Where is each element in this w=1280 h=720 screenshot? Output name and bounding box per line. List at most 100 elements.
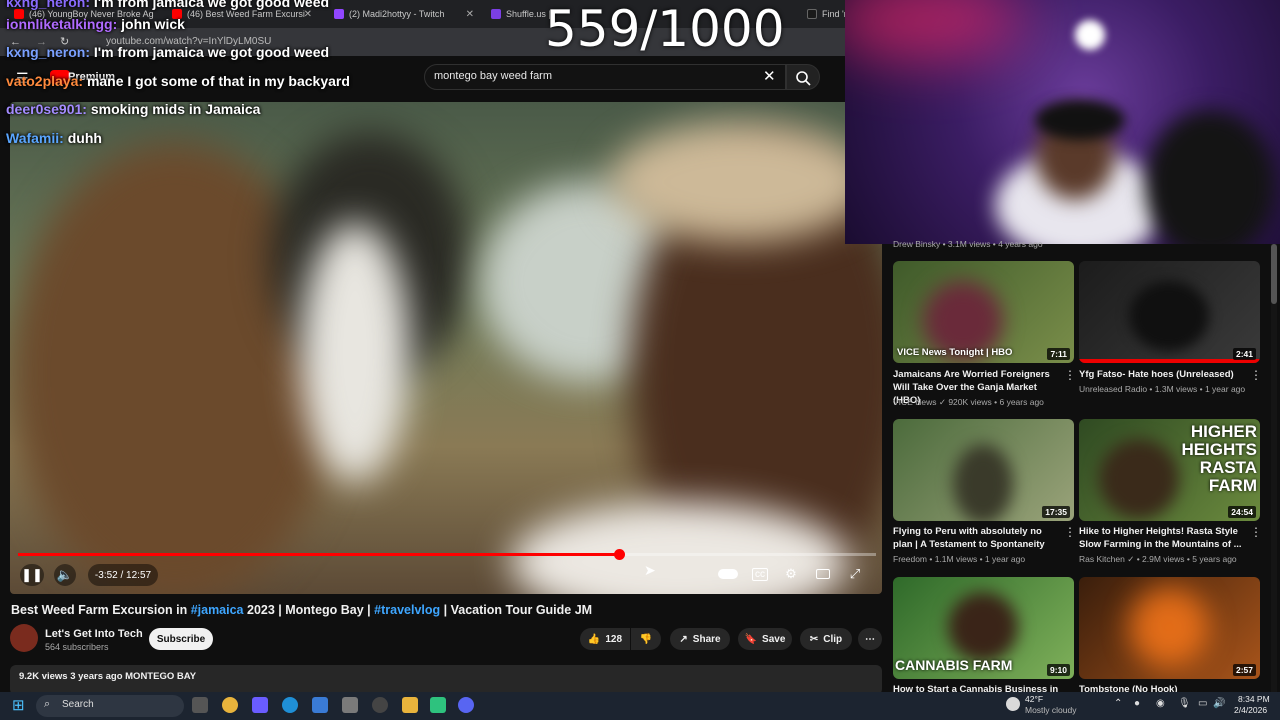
close-icon[interactable]: ✕: [304, 9, 312, 20]
more-options-icon[interactable]: ⋮: [1250, 525, 1262, 539]
weather-icon[interactable]: [1006, 697, 1020, 711]
recommendation-channel[interactable]: Ras Kitchen: [1079, 554, 1125, 564]
captions-button[interactable]: cc: [750, 564, 770, 584]
file-explorer-icon[interactable]: [402, 697, 418, 713]
dislike-button[interactable]: 👎: [631, 628, 661, 650]
recommendation-meta: Unreleased Radio • 1.3M views • 1 year a…: [1079, 384, 1246, 394]
thumbnail-watermark: CANNABIS FARM: [895, 657, 1013, 673]
fullscreen-button[interactable]: ⤢: [845, 564, 865, 584]
thumbnail-figure: [1099, 439, 1179, 519]
channel-name[interactable]: Let's Get Into Tech: [45, 628, 143, 640]
more-options-icon[interactable]: ⋮: [1064, 525, 1076, 539]
video-player[interactable]: [10, 102, 882, 594]
hashtag-link[interactable]: #travelvlog: [374, 603, 440, 617]
clock-time[interactable]: 8:34 PM: [1238, 694, 1270, 704]
thumbnail-figure: [948, 592, 1018, 662]
subscriber-count: 564 subscribers: [45, 642, 109, 652]
video-thumbnail[interactable]: 2:57: [1079, 577, 1260, 679]
hashtag-link[interactable]: #jamaica: [191, 603, 244, 617]
pause-button[interactable]: ❚❚: [20, 564, 44, 586]
thumbnail-figure: [953, 444, 1013, 521]
video-thumbnail[interactable]: CANNABIS FARM 9:10: [893, 577, 1074, 679]
like-button[interactable]: 👍 128: [580, 628, 630, 650]
miniplayer-button[interactable]: [813, 564, 833, 584]
task-view-icon[interactable]: [192, 697, 208, 713]
sidebar-scrollbar[interactable]: [1271, 244, 1277, 692]
video-thumbnail[interactable]: 2:41: [1079, 261, 1260, 363]
subscribe-button[interactable]: Subscribe: [149, 628, 213, 650]
save-label: Save: [762, 633, 786, 645]
taskbar-search-label: Search: [62, 699, 94, 710]
duration-badge: 17:35: [1042, 506, 1070, 518]
tab-shuffle[interactable]: Shuffle.us |: [491, 4, 551, 24]
chat-message: kxng_neron: I'm from jamaica we got good…: [6, 0, 329, 10]
led-light: [845, 0, 1025, 60]
volume-button[interactable]: 🔈: [54, 564, 76, 586]
clip-button[interactable]: ✂ Clip: [800, 628, 852, 650]
autoplay-toggle[interactable]: [716, 564, 740, 584]
share-button[interactable]: ↗ Share: [670, 628, 730, 650]
mouse-cursor-icon: ➤: [644, 562, 656, 578]
recommendation-stats: 920K views • 6 years ago: [948, 397, 1044, 407]
recommendation-title[interactable]: Flying to Peru with absolutely no plan |…: [893, 525, 1061, 551]
progress-scrubber[interactable]: [614, 549, 625, 560]
scrollbar-thumb[interactable]: [1271, 244, 1277, 304]
taskbar-search[interactable]: [36, 695, 184, 717]
steam-icon[interactable]: [372, 697, 388, 713]
chrome-icon[interactable]: [222, 697, 238, 713]
more-actions-button[interactable]: ⋯: [858, 628, 882, 650]
more-options-icon[interactable]: ⋮: [1064, 368, 1076, 382]
weather-desc: Mostly cloudy: [1025, 705, 1077, 715]
miniplayer-icon: [816, 569, 830, 579]
tab-label: (46) Best Weed Farm Excursi: [187, 9, 305, 19]
microphone-icon[interactable]: 🎙: [1178, 698, 1191, 709]
video-thumbnail[interactable]: 17:35: [893, 419, 1074, 521]
avatar[interactable]: [10, 624, 38, 652]
recommendation-channel[interactable]: Unreleased Radio: [1079, 384, 1147, 394]
recommendation-channel[interactable]: Freedom: [893, 554, 927, 564]
like-count: 128: [605, 633, 623, 645]
search-button[interactable]: [786, 64, 820, 90]
title-text: Best Weed Farm Excursion in: [11, 603, 191, 617]
search-input[interactable]: montego bay weed farm: [434, 70, 552, 82]
volume-icon[interactable]: 🔊: [1213, 698, 1225, 709]
webcam-cap: [1035, 100, 1125, 140]
recommendation-title[interactable]: How to Start a Cannabis Business in ...: [893, 683, 1061, 692]
recommendation-stats: 2.9M views • 5 years ago: [1142, 554, 1237, 564]
tab-find[interactable]: Find 'n: [807, 4, 847, 24]
save-button[interactable]: 🔖 Save: [738, 628, 792, 650]
recommendation-title[interactable]: Tombstone (No Hook): [1079, 683, 1247, 692]
progress-bar-played: [18, 553, 619, 556]
windows-start-icon[interactable]: ⊞: [12, 696, 25, 714]
thumbnail-fire: [1129, 587, 1209, 667]
chat-message: ionnliketalkingg: john wick: [6, 16, 185, 32]
discord-icon[interactable]: [458, 697, 474, 713]
video-thumbnail[interactable]: VICE News Tonight | HBO 7:11: [893, 261, 1074, 363]
recommendation-channel[interactable]: VICE News: [893, 397, 936, 407]
captions-icon: cc: [752, 567, 768, 581]
clock-date[interactable]: 2/4/2026: [1234, 705, 1267, 715]
edge-icon[interactable]: [282, 697, 298, 713]
store-icon[interactable]: [342, 697, 358, 713]
recommendation-title[interactable]: Hike to Higher Heights! Rasta Style Slow…: [1079, 525, 1247, 551]
copilot-icon[interactable]: [252, 697, 268, 713]
time-display: -3:52 / 12:57: [88, 564, 158, 586]
tray-app-icon[interactable]: ●: [1134, 698, 1140, 709]
clip-label: Clip: [823, 633, 843, 645]
recommendation-title[interactable]: Yfg Fatso- Hate hoes (Unreleased): [1079, 368, 1247, 381]
clear-search-icon[interactable]: ✕: [763, 67, 776, 85]
tab-twitch[interactable]: (2) Madi2hottyy - Twitch ✕: [334, 4, 474, 24]
display-icon[interactable]: ▭: [1198, 698, 1207, 709]
chevron-up-icon[interactable]: ⌃: [1114, 698, 1122, 709]
more-icon: ⋯: [865, 633, 875, 645]
close-icon[interactable]: ✕: [466, 9, 474, 20]
webcam-person-right: [1145, 110, 1275, 244]
settings-button[interactable]: ⚙: [781, 564, 801, 584]
chat-username: kxng_neron:: [6, 44, 91, 60]
tray-app-icon[interactable]: ◉: [1156, 698, 1165, 709]
video-thumbnail[interactable]: HIGHER HEIGHTS RASTA FARM 24:54: [1079, 419, 1260, 521]
app-icon[interactable]: [430, 697, 446, 713]
recommendation-meta: VICE News ✓ 920K views • 6 years ago: [893, 397, 1044, 407]
more-options-icon[interactable]: ⋮: [1250, 368, 1262, 382]
outlook-icon[interactable]: [312, 697, 328, 713]
